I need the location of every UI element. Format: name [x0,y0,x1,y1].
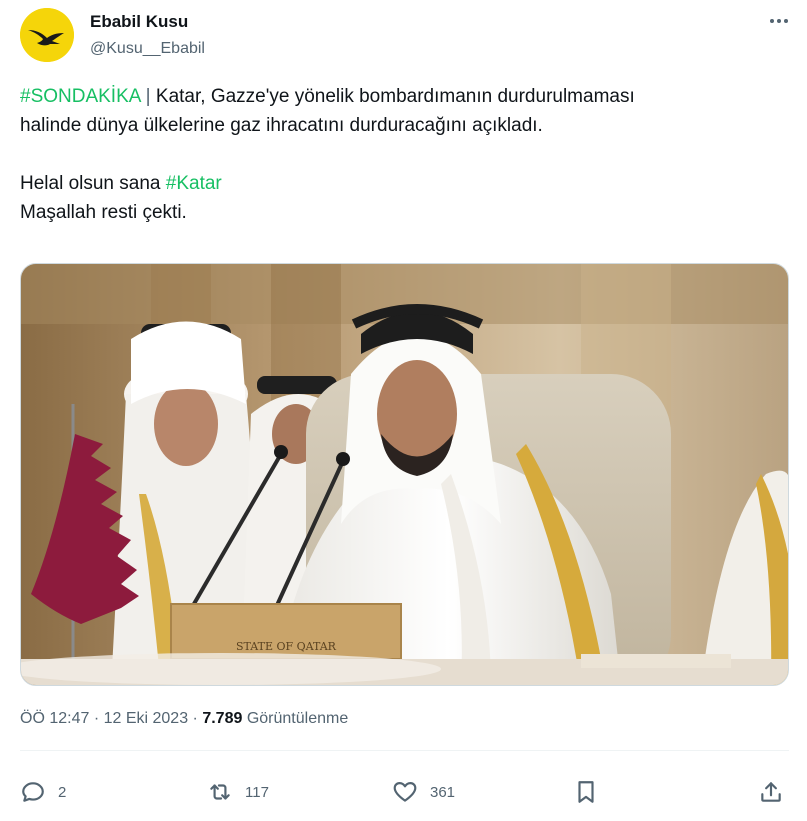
reply-icon [22,782,44,802]
separator: | [140,86,156,107]
like-count: 361 [430,783,456,801]
retweet-icon [210,784,230,800]
tweet-photo[interactable]: STATE OF QATAR [20,263,789,686]
tweet-meta: ÖÖ 12:47 · 12 Eki 2023 · 7.789 Görüntüle… [20,710,348,728]
reply-button[interactable]: 2 [20,770,66,814]
photo-illustration: STATE OF QATAR [21,264,788,685]
tweet-text: #SONDAKİKA | Katar, Gazze'ye yönelik bom… [20,82,790,227]
tweet-line-4: Maşallah resti çekti. [20,202,187,223]
action-bar: 2 117 361 [20,770,789,814]
bird-logo-icon [20,8,74,62]
tweet-line-1: #SONDAKİKA | Katar, Gazze'ye yönelik bom… [20,82,790,111]
like-icon [393,782,417,802]
bookmark-button[interactable] [573,770,599,814]
bookmark-icon [578,781,594,803]
tweet-line-2: halinde dünya ülkelerine gaz ihracatını … [20,115,543,136]
placard-text: STATE OF QATAR [236,640,337,653]
hashtag-katar[interactable]: #Katar [166,173,222,194]
meta-separator: · [89,710,104,727]
share-button[interactable] [758,770,784,814]
tweet-time[interactable]: ÖÖ 12:47 [20,710,89,727]
views-label: Görüntülenme [242,710,349,727]
like-button[interactable]: 361 [392,770,455,814]
retweet-button[interactable]: 117 [207,770,269,814]
tweet-header: Ebabil Kusu @Kusu__Ebabil [20,8,795,64]
avatar[interactable] [20,8,74,62]
divider [20,750,789,751]
reply-count: 2 [58,783,67,801]
retweet-count: 117 [245,783,269,801]
tweet-line-1-text: Katar, Gazze'ye yönelik bombardımanın du… [155,86,635,107]
tweet-line-3-text: Helal olsun sana [20,173,166,194]
meta-separator: · [188,710,203,727]
share-icon [761,782,781,802]
hashtag-sondakika[interactable]: #SONDAKİKA [20,86,140,107]
views-count: 7.789 [202,710,243,727]
more-icon[interactable] [765,10,793,32]
display-name[interactable]: Ebabil Kusu [90,11,205,33]
tweet-line-3: Helal olsun sana #Katar [20,169,790,198]
tweet-date[interactable]: 12 Eki 2023 [104,710,189,727]
handle[interactable]: @Kusu__Ebabil [90,38,205,60]
